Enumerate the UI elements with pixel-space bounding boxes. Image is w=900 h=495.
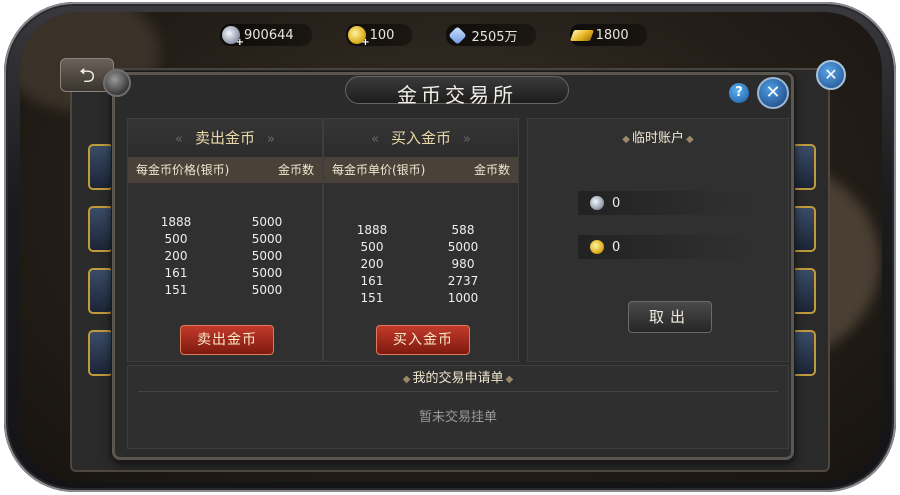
buy-amount: 5000 xyxy=(447,240,479,254)
my-orders-label: 我的交易申请单 xyxy=(412,371,504,386)
sell-list: 1888 5000 500 5000 200 5000 161 5000 151 5000 xyxy=(128,215,322,300)
buy-header-label: 买入金币 xyxy=(390,129,451,147)
gold-amount: 100 xyxy=(369,27,395,43)
resource-silver: + 900644 xyxy=(220,24,312,48)
list-item[interactable]: 1888 5000 xyxy=(128,215,322,232)
temp-account-label: 临时账户 xyxy=(631,131,684,146)
close-icon[interactable]: ✕ xyxy=(757,77,789,109)
gold-coin-icon xyxy=(590,240,604,254)
resource-gold-bar: 1800 xyxy=(569,24,647,46)
dialog-title: 金币交易所 xyxy=(397,83,517,107)
buy-gold-panel: « 买入金币 » 每金币单价(银币) 金币数 1888 588 500 5000 200… xyxy=(323,118,519,362)
list-item[interactable]: 200 980 xyxy=(324,257,518,274)
list-item[interactable]: 500 5000 xyxy=(324,240,518,257)
temp-account-panel: ◆ 临时账户 ◆ 0 0 取出 xyxy=(527,118,789,362)
sell-header-label: 卖出金币 xyxy=(194,129,255,147)
sell-amount: 5000 xyxy=(251,283,283,297)
list-item[interactable]: 500 5000 xyxy=(128,232,322,249)
buy-column-headers: 每金币单价(银币) 金币数 xyxy=(324,157,518,183)
resource-diamond: 2505万 xyxy=(446,24,536,46)
corner-ornament xyxy=(103,69,131,97)
left-item-slot[interactable] xyxy=(88,268,114,314)
chevron-left-icon: « xyxy=(175,132,183,147)
diamond-icon xyxy=(448,25,468,45)
chevron-right-icon: » xyxy=(267,132,275,147)
title-plate: 金币交易所 xyxy=(345,76,569,107)
resource-bar: + 900644 + 100 2505万 1800 xyxy=(220,24,647,48)
withdraw-button[interactable]: 取出 xyxy=(628,301,712,333)
background-close-icon[interactable]: ✕ xyxy=(816,60,846,90)
phone-frame: ⮌ ✕ + 900644 + 100 2505万 1800 金币交易所 ? ✕ … xyxy=(4,2,896,492)
gold-exchange-dialog: 金币交易所 ? ✕ « 卖出金币 » 每金币价格(银币) 金币数 1888 5000 … xyxy=(103,69,794,460)
gold-bar-icon xyxy=(569,29,594,41)
left-item-slot[interactable] xyxy=(88,206,114,252)
silver-amount: 900644 xyxy=(244,27,294,43)
sell-amount: 5000 xyxy=(251,266,283,280)
sell-price: 1888 xyxy=(160,215,192,229)
list-item[interactable]: 161 5000 xyxy=(128,266,322,283)
orders-empty-message: 暂未交易挂单 xyxy=(418,410,497,425)
buy-price: 1888 xyxy=(356,223,388,237)
sell-amount: 5000 xyxy=(251,249,283,263)
gold-coin-icon: + xyxy=(347,26,370,48)
resource-gold: + 100 xyxy=(345,24,413,48)
sell-column-headers: 每金币价格(银币) 金币数 xyxy=(128,157,322,183)
my-orders-title: ◆ 我的交易申请单 ◆ xyxy=(138,366,778,392)
temp-silver-amount: 0 xyxy=(612,195,621,211)
help-icon[interactable]: ? xyxy=(729,83,749,103)
buy-amount: 588 xyxy=(451,223,475,237)
gold-bar-amount: 1800 xyxy=(595,27,629,43)
sell-price-header: 每金币价格(银币) xyxy=(136,163,230,177)
list-item[interactable]: 161 2737 xyxy=(324,274,518,291)
sell-amount: 5000 xyxy=(251,232,283,246)
sell-gold-button[interactable]: 卖出金币 xyxy=(180,325,274,355)
sell-amount: 5000 xyxy=(251,215,283,229)
my-orders-panel: ◆ 我的交易申请单 ◆ 暂未交易挂单 xyxy=(127,365,789,449)
temp-gold-row: 0 xyxy=(578,235,758,259)
buy-price-header: 每金币单价(银币) xyxy=(332,163,426,177)
temp-silver-row: 0 xyxy=(578,191,758,215)
left-item-slot[interactable] xyxy=(88,330,114,376)
sell-amount-header: 金币数 xyxy=(277,163,314,177)
list-item[interactable]: 151 5000 xyxy=(128,283,322,300)
list-item[interactable]: 151 1000 xyxy=(324,291,518,308)
temp-account-title: ◆ 临时账户 ◆ xyxy=(622,131,694,146)
silver-coin-icon xyxy=(590,196,604,210)
sell-price: 200 xyxy=(164,249,188,263)
sell-gold-panel: « 卖出金币 » 每金币价格(银币) 金币数 1888 5000 500 5000 20… xyxy=(127,118,323,362)
buy-amount: 980 xyxy=(451,257,475,271)
buy-price: 161 xyxy=(360,274,384,288)
buy-amount-header: 金币数 xyxy=(473,163,510,177)
buy-price: 151 xyxy=(360,291,384,305)
sell-header: « 卖出金币 » xyxy=(128,119,322,157)
buy-price: 500 xyxy=(360,240,384,254)
diamond-amount: 2505万 xyxy=(471,29,518,45)
temp-gold-amount: 0 xyxy=(612,239,621,255)
left-item-slot[interactable] xyxy=(88,144,114,190)
buy-list: 1888 588 500 5000 200 980 161 2737 151 1000 xyxy=(324,223,518,308)
sell-price: 500 xyxy=(164,232,188,246)
buy-header: « 买入金币 » xyxy=(324,119,518,157)
sell-price: 151 xyxy=(164,283,188,297)
chevron-left-icon: « xyxy=(371,132,379,147)
buy-gold-button[interactable]: 买入金币 xyxy=(376,325,470,355)
sell-price: 161 xyxy=(164,266,188,280)
game-screen: ⮌ ✕ + 900644 + 100 2505万 1800 金币交易所 ? ✕ … xyxy=(20,12,882,482)
buy-amount: 2737 xyxy=(447,274,479,288)
list-item[interactable]: 1888 588 xyxy=(324,223,518,240)
silver-coin-icon: + xyxy=(222,26,244,48)
list-item[interactable]: 200 5000 xyxy=(128,249,322,266)
chevron-right-icon: » xyxy=(463,132,471,147)
buy-amount: 1000 xyxy=(447,291,479,305)
buy-price: 200 xyxy=(360,257,384,271)
